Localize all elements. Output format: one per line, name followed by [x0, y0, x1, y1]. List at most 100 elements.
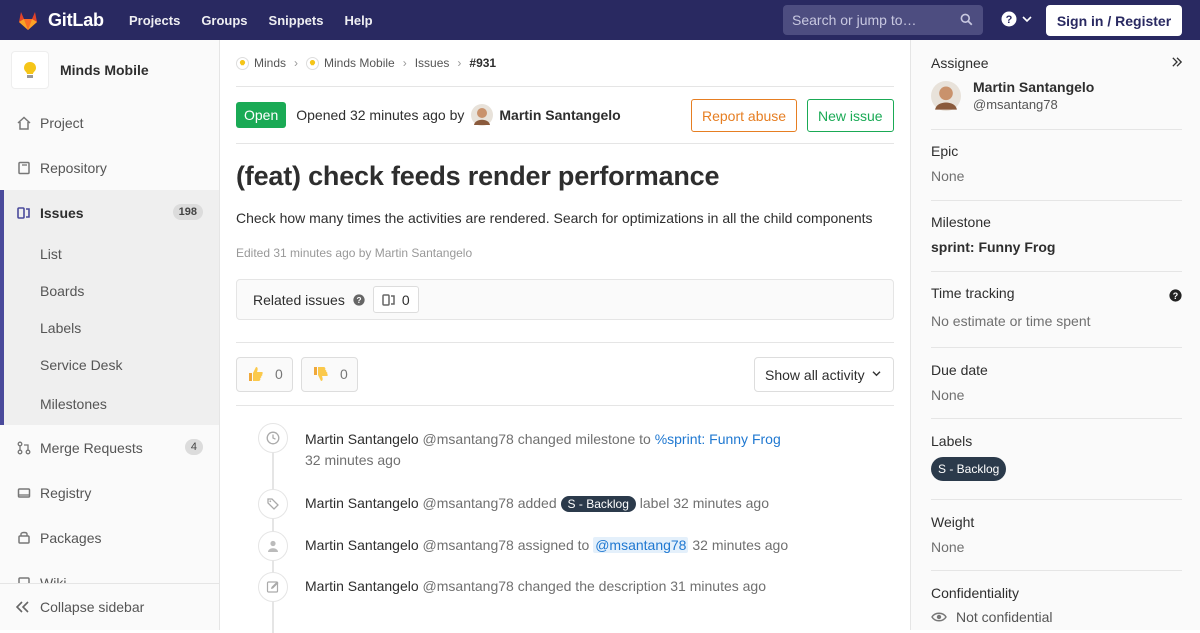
confidentiality-value: Not confidential	[956, 609, 1053, 625]
sidebar-subitem-milestones[interactable]: Milestones	[4, 383, 219, 425]
nav-help[interactable]: Help	[344, 13, 372, 28]
assignee-user[interactable]: Martin Santangelo @msantang78	[931, 79, 1182, 112]
sign-in-button[interactable]: Sign in / Register	[1046, 5, 1182, 36]
sidebar-item-packages[interactable]: Packages	[0, 515, 219, 560]
pencil-icon	[258, 572, 288, 602]
assignee-name: Martin Santangelo	[973, 79, 1095, 95]
sidebar-item-issues[interactable]: Issues 198	[4, 190, 219, 235]
sidebar-subitem-labels[interactable]: Labels	[4, 309, 219, 346]
note-handle[interactable]: @msantang78	[423, 431, 514, 447]
breadcrumb-minds[interactable]: Minds	[254, 56, 286, 70]
timeline-note: Martin Santangelo @msantang78 assigned t…	[236, 531, 894, 561]
sidebar-subitem-list[interactable]: List	[4, 235, 219, 272]
sidebar-item-project[interactable]: Project	[0, 100, 219, 145]
sidebar-item-label: Issues	[40, 204, 84, 221]
collapse-sidebar-button[interactable]: Collapse sidebar	[0, 583, 219, 630]
issue-sidebar: Assignee Martin Santangelo @msantang78 E…	[910, 40, 1200, 630]
assignee-handle: @msantang78	[973, 97, 1058, 112]
main-nav: Projects Groups Snippets Help	[129, 13, 394, 28]
container-icon	[16, 485, 32, 501]
double-chevron-left-icon	[16, 601, 29, 613]
issues-section: Issues 198 List Boards Labels Service De…	[0, 190, 219, 425]
note-handle[interactable]: @msantang78	[423, 537, 514, 553]
status-badge: Open	[236, 102, 287, 128]
note-time: 32 minutes ago	[305, 452, 401, 468]
breadcrumb-issue-number[interactable]: #931	[469, 56, 496, 70]
merge-requests-count-badge: 4	[184, 439, 203, 455]
milestone-value[interactable]: sprint: Funny Frog	[931, 239, 1182, 255]
gitlab-logo[interactable]: GitLab	[16, 8, 114, 32]
timeline-note: Martin Santangelo @msantang78 added S - …	[236, 489, 894, 519]
note-user[interactable]: Martin Santangelo	[305, 537, 419, 553]
related-issues-count[interactable]: 0	[372, 286, 419, 313]
related-issues-label: Related issues	[253, 291, 345, 308]
due-date-block: Due date None	[931, 348, 1182, 419]
breadcrumb-issues[interactable]: Issues	[415, 56, 450, 70]
project-header[interactable]: Minds Mobile	[0, 40, 219, 100]
new-issue-button[interactable]: New issue	[807, 99, 894, 132]
sidebar-subitem-boards[interactable]: Boards	[4, 272, 219, 309]
edited-info: Edited 31 minutes ago by Martin Santange…	[236, 246, 473, 260]
user-mention[interactable]: @msantang78	[593, 537, 689, 553]
due-date-value: None	[931, 387, 965, 403]
breadcrumb: Minds › Minds Mobile › Issues › #931	[236, 40, 894, 87]
label-badge[interactable]: S - Backlog	[560, 496, 636, 512]
sidebar-item-registry[interactable]: Registry	[0, 470, 219, 515]
search-icon	[960, 13, 973, 26]
breadcrumb-minds-mobile[interactable]: Minds Mobile	[324, 56, 395, 70]
confidentiality-block: Confidentiality Not confidential	[931, 571, 1182, 631]
sidebar-item-repository[interactable]: Repository	[0, 145, 219, 190]
note-handle[interactable]: @msantang78	[423, 578, 514, 594]
user-icon	[258, 531, 288, 561]
thumbs-up-count: 0	[275, 366, 283, 382]
chevron-right-icon: ›	[457, 56, 462, 70]
issue-description: Check how many times the activities are …	[236, 210, 873, 226]
sidebar-item-merge-requests[interactable]: Merge Requests 4	[0, 425, 219, 470]
search-placeholder: Search or jump to…	[792, 12, 917, 28]
labels-heading: Labels	[931, 433, 973, 449]
timeline-note: Martin Santangelo @msantang78 changed th…	[236, 572, 894, 602]
help-dropdown[interactable]: ?	[1001, 11, 1032, 27]
chevron-down-icon	[1022, 16, 1032, 23]
thumbs-up-button[interactable]: 0	[236, 356, 293, 392]
issue-opened-info: Opened 32 minutes ago by Martin Santange…	[296, 104, 621, 126]
issues-icon	[16, 205, 32, 221]
show-all-activity-dropdown[interactable]: Show all activity	[754, 357, 894, 392]
tag-icon	[258, 489, 288, 519]
chevron-right-icon: ›	[402, 56, 407, 70]
report-abuse-button[interactable]: Report abuse	[691, 99, 798, 132]
issue-main: Minds › Minds Mobile › Issues › #931 Ope…	[236, 40, 894, 633]
note-action: added	[517, 495, 557, 511]
collapse-sidebar-icon[interactable]	[1172, 57, 1182, 67]
confidentiality-status: Not confidential	[931, 609, 1182, 625]
show-activity-label: Show all activity	[765, 366, 865, 383]
label-badge[interactable]: S - Backlog	[931, 457, 1007, 481]
gitlab-tanuki-icon	[19, 12, 37, 30]
note-user[interactable]: Martin Santangelo	[305, 578, 419, 594]
note-user[interactable]: Martin Santangelo	[305, 495, 419, 511]
nav-groups[interactable]: Groups	[201, 13, 247, 28]
time-tracking-value: No estimate or time spent	[931, 313, 1091, 329]
issue-title: (feat) check feeds render performance	[236, 161, 720, 191]
svg-text:?: ?	[356, 296, 361, 305]
milestone-link[interactable]: %sprint: Funny Frog	[655, 431, 781, 447]
thumbs-down-button[interactable]: 0	[301, 356, 358, 392]
nav-snippets[interactable]: Snippets	[269, 13, 324, 28]
epic-block: Epic None	[931, 130, 1182, 201]
sidebar-subitem-service-desk[interactable]: Service Desk	[4, 346, 219, 383]
question-circle-icon[interactable]: ?	[353, 293, 365, 306]
avatar[interactable]	[471, 104, 494, 126]
issues-count-badge: 198	[172, 204, 203, 220]
note-handle[interactable]: @msantang78	[423, 495, 514, 511]
author-name[interactable]: Martin Santangelo	[499, 107, 620, 123]
project-sidebar: Minds Mobile Project Repository Issues 1…	[0, 40, 220, 630]
award-emoji-bar: 0 0 Show all activity	[236, 343, 894, 406]
search-input[interactable]: Search or jump to…	[783, 5, 983, 35]
thumbs-down-count: 0	[340, 366, 348, 382]
note-user[interactable]: Martin Santangelo	[305, 431, 419, 447]
assignee-heading: Assignee	[931, 55, 989, 71]
chevron-right-icon: ›	[294, 56, 299, 70]
question-circle-icon[interactable]: ?	[1169, 289, 1182, 302]
nav-projects[interactable]: Projects	[129, 13, 180, 28]
note-action: assigned to	[517, 537, 590, 553]
